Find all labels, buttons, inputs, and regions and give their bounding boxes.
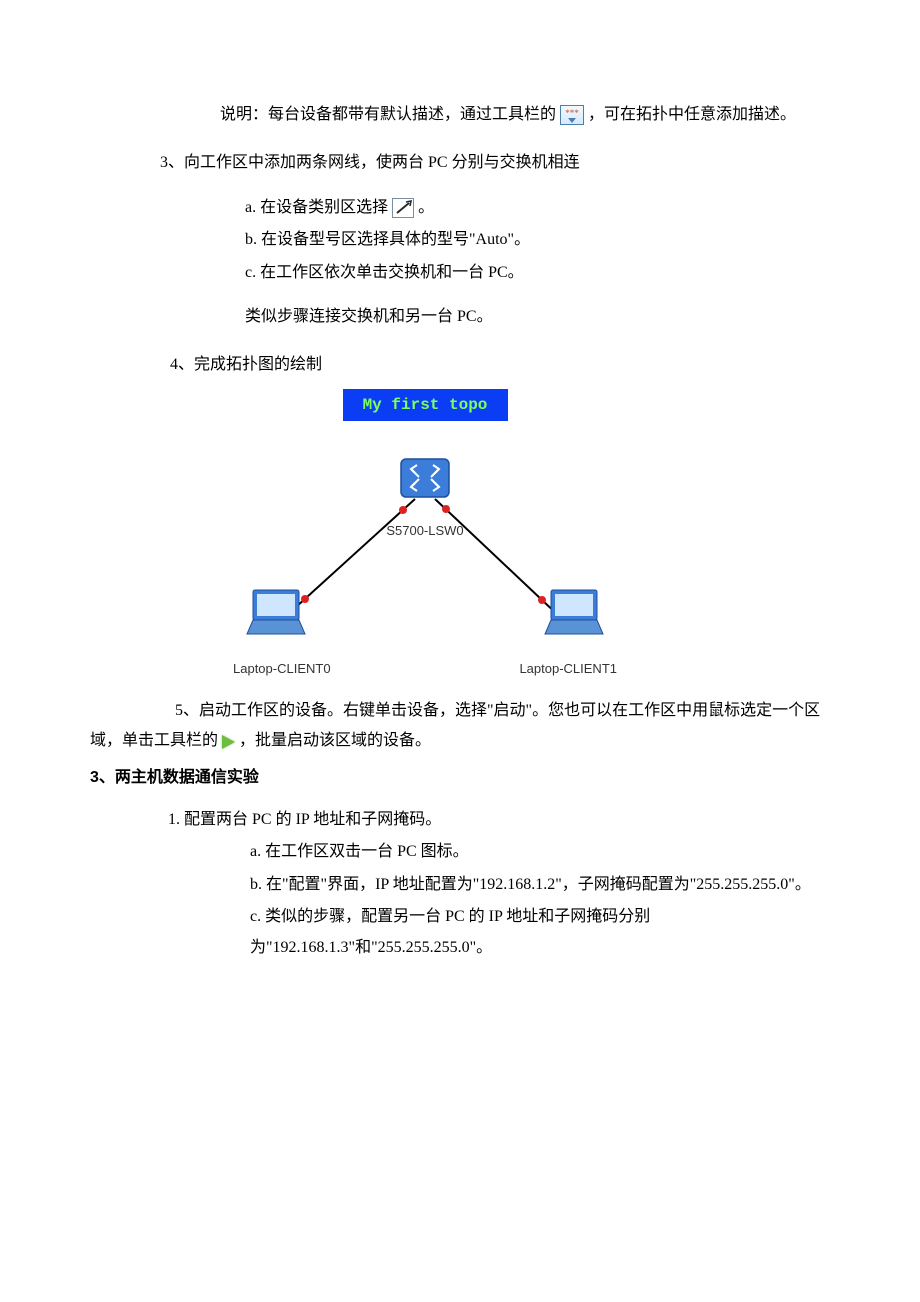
step-4-title: 4、完成拓扑图的绘制 [170, 350, 830, 380]
text-fragment: ，可在拓扑中任意添加描述。 [588, 106, 796, 123]
play-start-icon [222, 735, 235, 749]
laptop0-label: Laptop-CLIENT0 [233, 657, 331, 682]
text-fragment: 说明：每台设备都带有默认描述，通过工具栏的 [220, 106, 560, 123]
laptop-client1-icon [539, 588, 609, 649]
config-step-1a: a. 在工作区双击一台 PC 图标。 [250, 837, 830, 867]
text-fragment: 5、启动工作区的设备。右键单击设备，选择"启动"。您也可以在工作区中用鼠标选定一… [90, 702, 820, 749]
switch-icon [397, 455, 453, 503]
laptop1-label: Laptop-CLIENT1 [519, 657, 617, 682]
step-3b: b. 在设备型号区选择具体的型号"Auto"。 [245, 225, 830, 255]
config-step-1b: b. 在"配置"界面，IP 地址配置为"192.168.1.2"，子网掩码配置为… [250, 870, 830, 900]
section-3-heading: 3、两主机数据通信实验 [90, 763, 830, 793]
config-step-1: 1. 配置两台 PC 的 IP 地址和子网掩码。 [168, 805, 830, 835]
topology-diagram: My first topo S5700-LSW0 [225, 389, 625, 682]
step-3-note: 类似步骤连接交换机和另一台 PC。 [245, 302, 830, 332]
step-3c: c. 在工作区依次单击交换机和一台 PC。 [245, 258, 830, 288]
note-default-description: 说明：每台设备都带有默认描述，通过工具栏的 *** ，可在拓扑中任意添加描述。 [220, 100, 830, 130]
switch-label: S5700-LSW0 [225, 519, 625, 544]
cable-category-icon [392, 198, 414, 218]
comment-toolbar-icon: *** [560, 105, 584, 125]
text-fragment: 。 [418, 199, 434, 216]
step-5: 5、启动工作区的设备。右键单击设备，选择"启动"。您也可以在工作区中用鼠标选定一… [90, 696, 830, 757]
config-step-1c: c. 类似的步骤，配置另一台 PC 的 IP 地址和子网掩码分别为"192.16… [250, 902, 830, 963]
topo-title-label: My first topo [343, 389, 508, 421]
step-3-title: 3、向工作区中添加两条网线，使两台 PC 分别与交换机相连 [160, 148, 830, 178]
step-3a: a. 在设备类别区选择 。 [245, 193, 830, 223]
text-fragment: a. 在设备类别区选择 [245, 199, 392, 216]
text-fragment: ，批量启动该区域的设备。 [239, 732, 431, 749]
laptop-client0-icon [241, 588, 311, 649]
